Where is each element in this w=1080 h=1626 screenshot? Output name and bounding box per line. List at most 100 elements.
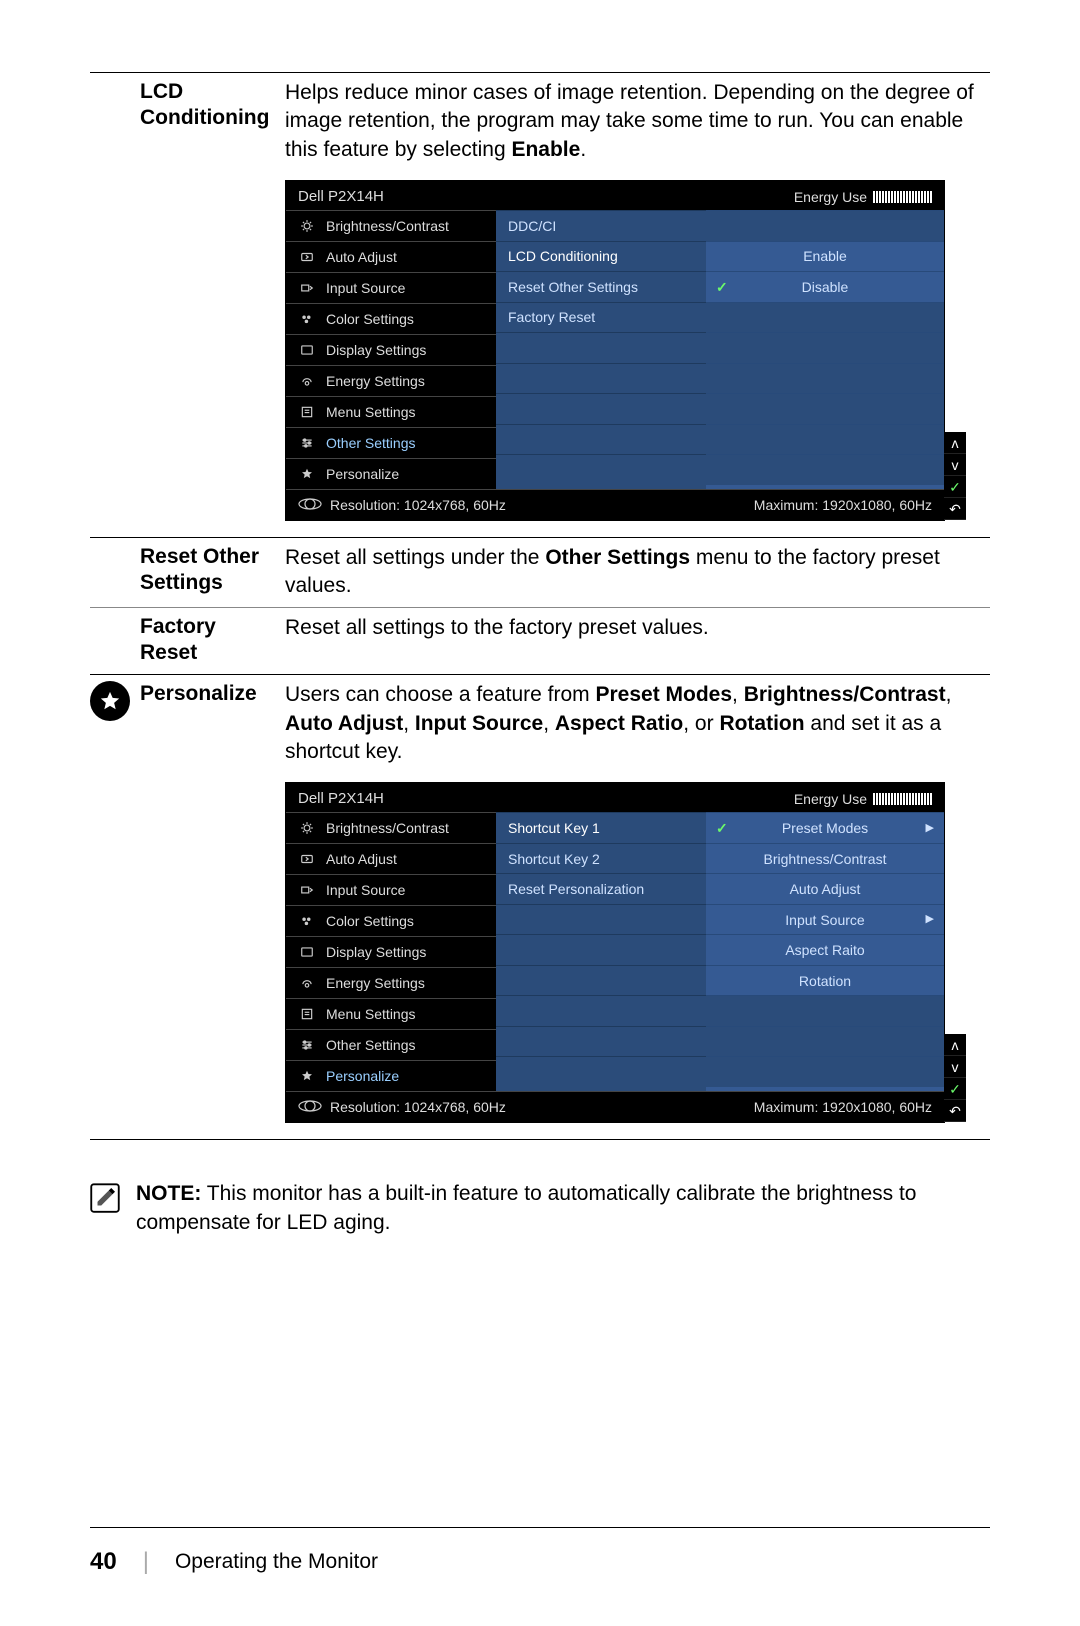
osd-option-item[interactable] [706, 363, 944, 394]
osd-submenu-item[interactable]: Reset Personalization [496, 873, 706, 904]
osd-option-item[interactable] [706, 302, 944, 333]
osd-option-item[interactable] [706, 454, 944, 485]
osd-option-item[interactable]: Enable [706, 241, 944, 272]
osd-option-label: Disable [802, 280, 849, 294]
osd-personalize: Dell P2X14HEnergy UseBrightness/Contrast… [285, 782, 945, 1123]
osd-menu-item[interactable]: Display Settings [286, 936, 496, 967]
desc-factory-reset: Reset all settings to the factory preset… [285, 614, 990, 642]
menu-item-icon [298, 821, 316, 835]
osd-menu-item[interactable]: Display Settings [286, 334, 496, 365]
osd-option-item[interactable]: Auto Adjust [706, 873, 944, 904]
osd-menu-label: Personalize [326, 1069, 399, 1083]
osd-menu-item[interactable]: Other Settings [286, 1029, 496, 1060]
note-text: This monitor has a built-in feature to a… [136, 1182, 916, 1233]
desc-reset-other: Reset all settings under the Other Setti… [285, 544, 990, 601]
osd-menu-item[interactable]: Energy Settings [286, 365, 496, 396]
menu-item-icon [298, 945, 316, 959]
check-icon: ✓ [716, 821, 728, 835]
nav-back-button[interactable]: ↶ [944, 498, 966, 520]
osd-option-item[interactable] [706, 332, 944, 363]
osd-menu-item[interactable]: Brightness/Contrast [286, 812, 496, 843]
osd-submenu-item[interactable]: DDC/CI [496, 210, 706, 241]
osd-menu-item[interactable]: Menu Settings [286, 396, 496, 427]
resolution-icon [298, 498, 322, 510]
label-factory-reset: Factory Reset [140, 614, 285, 667]
osd-menu-label: Auto Adjust [326, 852, 397, 866]
osd-submenu-item[interactable] [496, 332, 706, 363]
osd-option-item[interactable]: ✓ Disable [706, 271, 944, 302]
osd-option-label: Preset Modes [782, 821, 868, 835]
osd-submenu-item[interactable] [496, 393, 706, 424]
osd-menu-label: Display Settings [326, 945, 426, 959]
osd-option-item[interactable] [706, 1026, 944, 1057]
osd-option-item[interactable] [706, 995, 944, 1026]
energy-use-indicator: Energy Use [794, 190, 932, 204]
osd-option-item[interactable]: Input Source▶ [706, 904, 944, 935]
osd-menu-label: Display Settings [326, 343, 426, 357]
nav-up-button[interactable]: ʌ [944, 432, 966, 454]
osd-option-item[interactable]: Rotation [706, 965, 944, 996]
osd-option-item[interactable]: Aspect Raito [706, 934, 944, 965]
resolution-icon [298, 1100, 322, 1112]
section-factory-reset: Factory Reset Reset all settings to the … [90, 608, 990, 673]
menu-item-icon [298, 312, 316, 326]
osd-menu-item[interactable]: Auto Adjust [286, 843, 496, 874]
section-personalize: Personalize Users can choose a feature f… [90, 675, 990, 772]
menu-item-icon [298, 1069, 316, 1083]
nav-down-button[interactable]: v [944, 454, 966, 476]
osd-submenu-item[interactable] [496, 965, 706, 996]
osd-menu-item[interactable]: Energy Settings [286, 967, 496, 998]
menu-item-icon [298, 883, 316, 897]
nav-down-button[interactable]: v [944, 1056, 966, 1078]
section-reset-other: Reset Other Settings Reset all settings … [90, 538, 990, 607]
osd-submenu-item[interactable] [496, 904, 706, 935]
osd-option-item[interactable]: ✓Preset Modes▶ [706, 812, 944, 843]
osd-submenu-item[interactable] [496, 363, 706, 394]
osd-menu-item[interactable]: Input Source [286, 874, 496, 905]
osd-menu-item[interactable]: Menu Settings [286, 998, 496, 1029]
label-personalize: Personalize [140, 681, 285, 707]
osd-menu-item[interactable]: Color Settings [286, 303, 496, 334]
osd-submenu-item[interactable] [496, 454, 706, 485]
osd-option-label: Input Source [785, 913, 864, 927]
menu-item-icon [298, 976, 316, 990]
osd-submenu-item[interactable]: Factory Reset [496, 302, 706, 333]
menu-item-icon [298, 374, 316, 388]
osd-menu-item[interactable]: Brightness/Contrast [286, 210, 496, 241]
osd-submenu-item[interactable]: Shortcut Key 1 [496, 812, 706, 843]
osd-submenu-item[interactable]: LCD Conditioning [496, 241, 706, 272]
star-icon [90, 681, 130, 721]
osd-option-item[interactable] [706, 210, 944, 241]
osd-menu-item[interactable]: Auto Adjust [286, 241, 496, 272]
osd-submenu-item[interactable] [496, 1056, 706, 1087]
osd-submenu-item[interactable] [496, 995, 706, 1026]
desc-lcd-conditioning: Helps reduce minor cases of image retent… [285, 79, 990, 164]
osd-nav-buttons: ʌv✓↶ [944, 432, 966, 520]
osd-submenu-item[interactable] [496, 934, 706, 965]
nav-ok-button[interactable]: ✓ [944, 1078, 966, 1100]
nav-ok-button[interactable]: ✓ [944, 476, 966, 498]
osd-maximum: Maximum: 1920x1080, 60Hz [754, 1100, 932, 1114]
osd-option-item[interactable] [706, 1056, 944, 1087]
menu-item-icon [298, 467, 316, 481]
nav-up-button[interactable]: ʌ [944, 1034, 966, 1056]
osd-menu-item[interactable]: Other Settings [286, 427, 496, 458]
osd-submenu-item[interactable]: Reset Other Settings [496, 271, 706, 302]
osd-menu-label: Personalize [326, 467, 399, 481]
menu-item-icon [298, 436, 316, 450]
osd-submenu-item[interactable] [496, 1026, 706, 1057]
osd-menu-item[interactable]: Personalize [286, 458, 496, 489]
osd-submenu-item[interactable]: Shortcut Key 2 [496, 843, 706, 874]
osd-option-item[interactable] [706, 393, 944, 424]
note-block: NOTE: This monitor has a built-in featur… [90, 1180, 990, 1237]
osd-option-item[interactable] [706, 424, 944, 455]
osd-menu-item[interactable]: Personalize [286, 1060, 496, 1091]
osd-submenu-item[interactable] [496, 424, 706, 455]
check-icon: ✓ [716, 280, 728, 294]
menu-item-icon [298, 343, 316, 357]
osd-menu-item[interactable]: Input Source [286, 272, 496, 303]
page-number: 40 [90, 1548, 117, 1576]
nav-back-button[interactable]: ↶ [944, 1100, 966, 1122]
osd-menu-item[interactable]: Color Settings [286, 905, 496, 936]
osd-option-item[interactable]: Brightness/Contrast [706, 843, 944, 874]
